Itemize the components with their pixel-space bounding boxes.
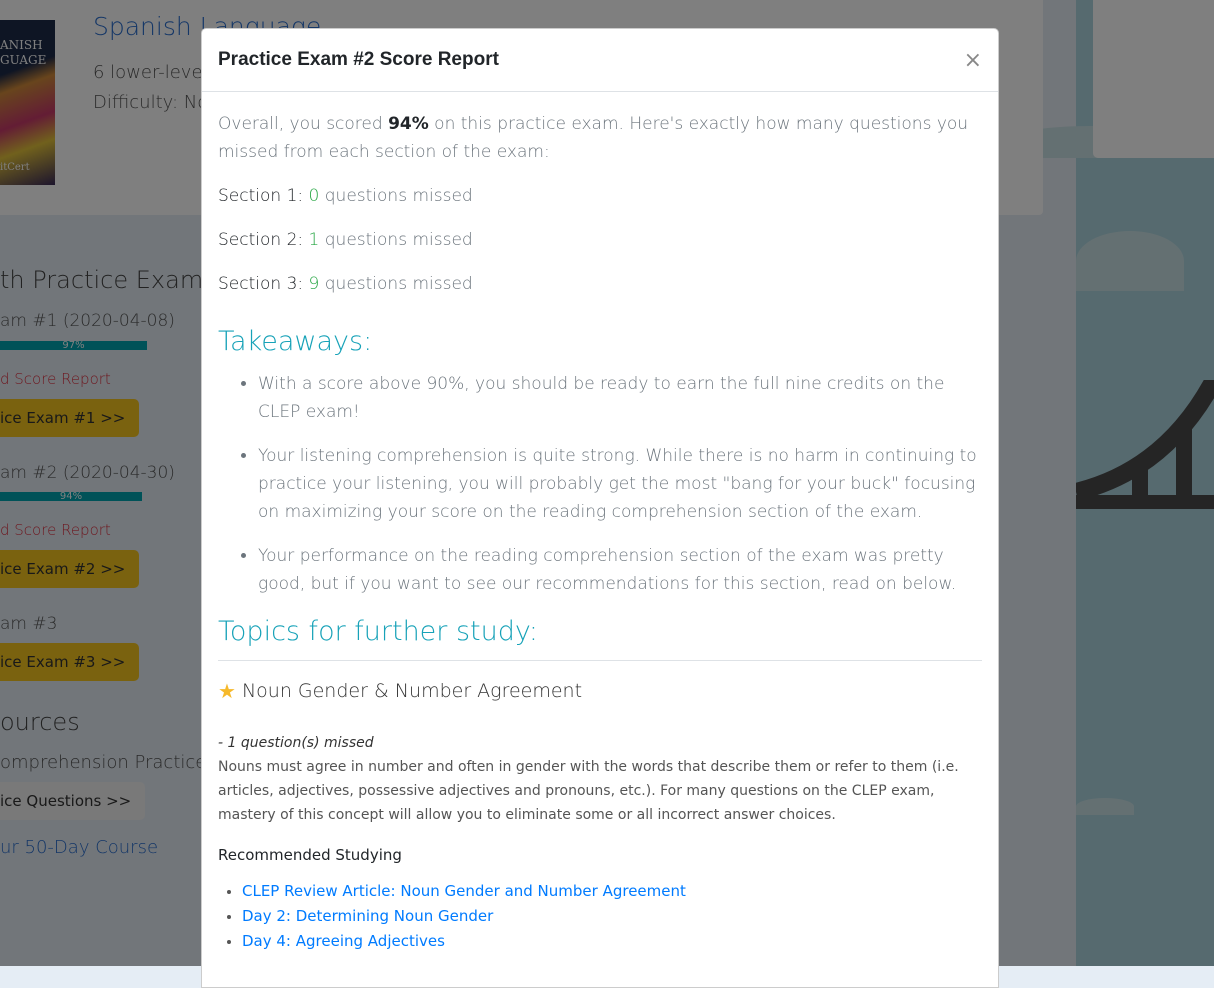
section-2-result: Section 2: 1 questions missed [218,230,473,250]
study-link[interactable]: Day 2: Determining Noun Gender [242,907,493,925]
recommended-links: CLEP Review Article: Noun Gender and Num… [218,879,982,954]
takeaways-list: With a score above 90%, you should be re… [218,370,982,598]
takeaway-item: Your performance on the reading comprehe… [258,542,982,598]
score-summary: Overall, you scored 94% on this practice… [218,114,969,162]
star-icon: ★ [218,679,236,703]
topics-heading: Topics for further study: [218,616,538,647]
modal-body: Overall, you scored 94% on this practice… [202,92,998,723]
modal-header: Practice Exam #2 Score Report × [202,29,998,92]
takeaway-item: With a score above 90%, you should be re… [258,370,982,426]
divider [218,660,982,661]
questions-missed-note: - 1 question(s) missed [218,735,374,751]
section-1-result: Section 1: 0 questions missed [218,186,473,206]
section-3-result: Section 3: 9 questions missed [218,274,473,294]
study-link[interactable]: CLEP Review Article: Noun Gender and Num… [242,882,686,900]
modal-title: Practice Exam #2 Score Report [218,49,499,70]
study-link[interactable]: Day 4: Agreeing Adjectives [242,932,445,950]
topic-title: ★ Noun Gender & Number Agreement [218,679,583,703]
topic-description: Nouns must agree in number and often in … [218,759,959,823]
overall-score: 94% [388,114,429,134]
recommended-studying-label: Recommended Studying [218,846,402,864]
topic-detail: - 1 question(s) missed Nouns must agree … [202,705,998,954]
score-report-modal: Practice Exam #2 Score Report × Overall,… [201,28,999,988]
takeaway-item: Your listening comprehension is quite st… [258,442,982,526]
close-icon[interactable]: × [964,48,982,73]
takeaways-heading: Takeaways: [218,326,373,357]
